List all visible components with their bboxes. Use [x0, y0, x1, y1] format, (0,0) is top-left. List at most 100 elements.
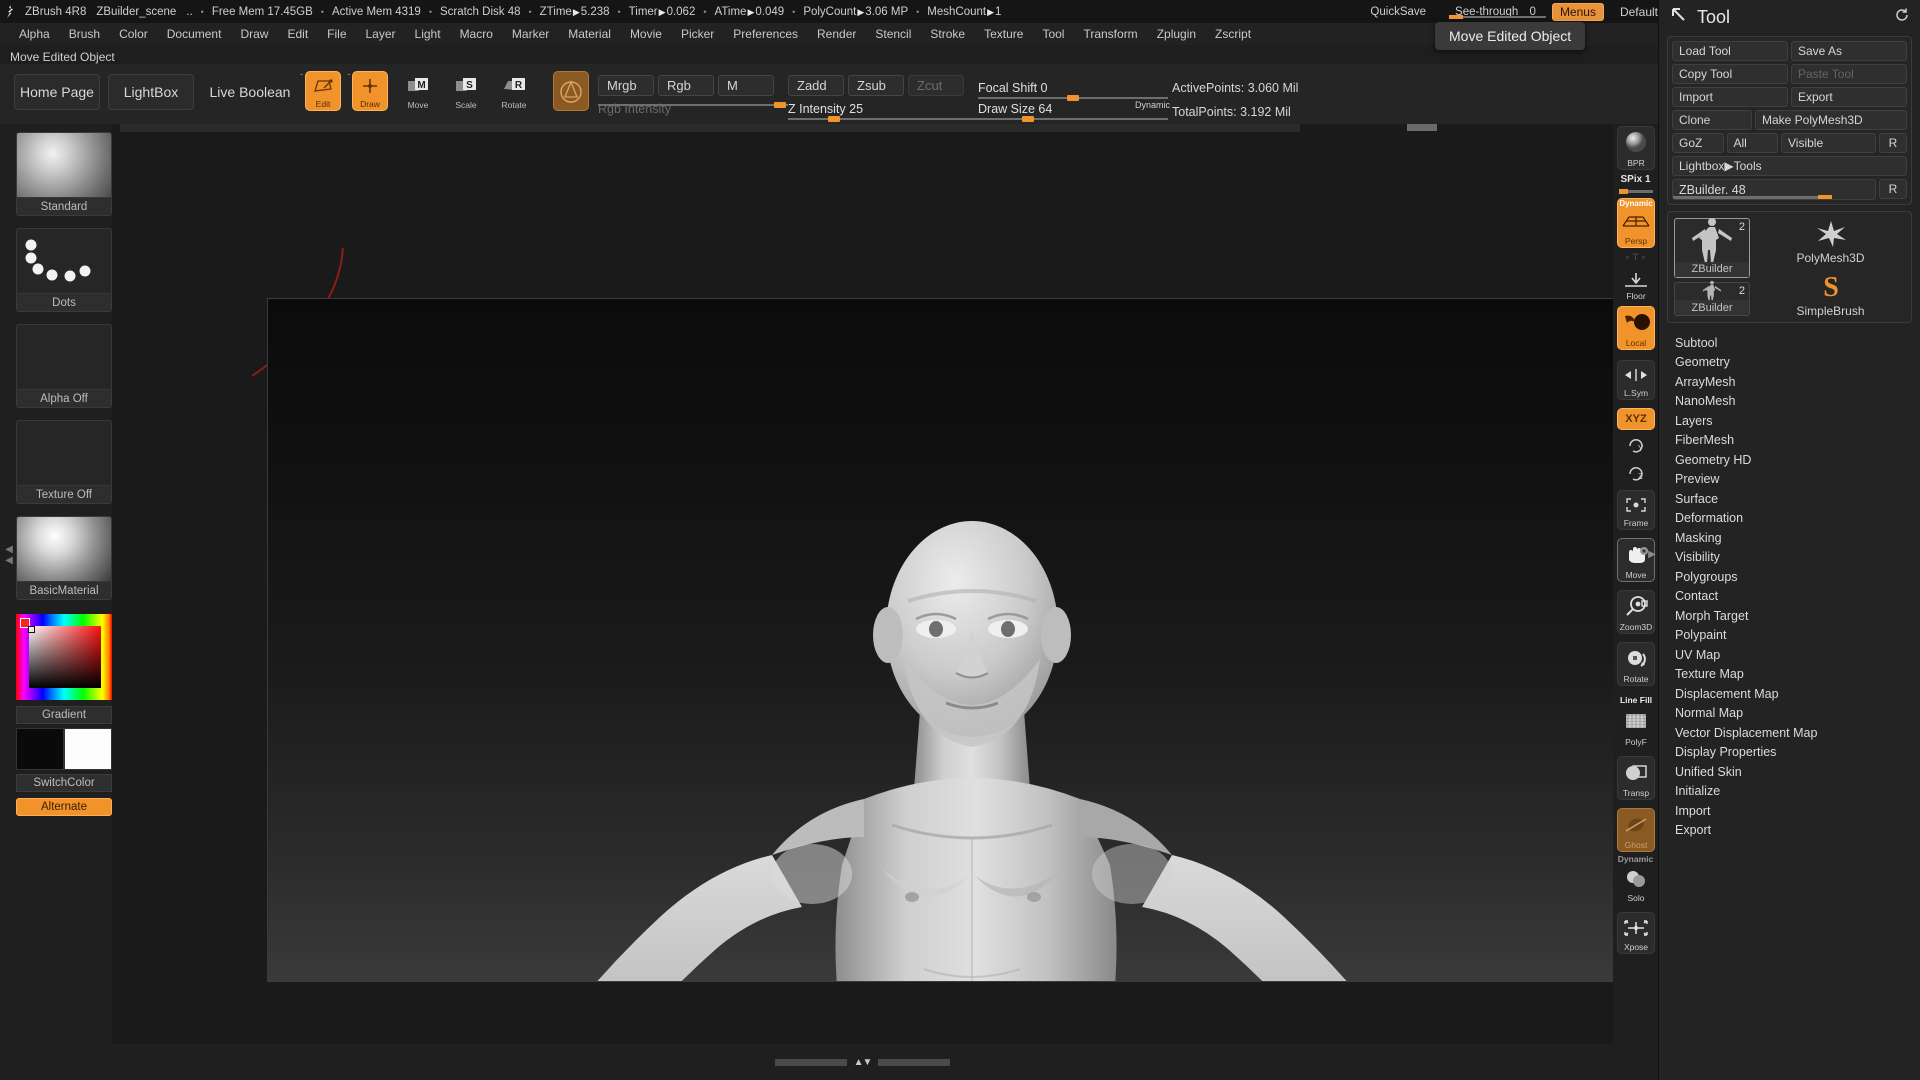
tool-list-item-geometry[interactable]: Geometry [1659, 353, 1920, 373]
document-ruler-handle[interactable] [1407, 124, 1437, 131]
tool-list-item-normal-map[interactable]: Normal Map [1659, 704, 1920, 724]
focal-shift-slider[interactable]: Focal Shift 0 [978, 81, 1168, 101]
menu-item-picker[interactable]: Picker [672, 25, 723, 43]
menu-item-marker[interactable]: Marker [503, 25, 558, 43]
canvas-area[interactable] [112, 124, 1677, 1044]
clone-button[interactable]: Clone [1672, 110, 1752, 130]
scroll-segment-right[interactable] [878, 1058, 951, 1066]
tool-list-item-fibermesh[interactable]: FiberMesh [1659, 431, 1920, 451]
zoom3d-button[interactable]: Zoom3D [1617, 590, 1655, 634]
lightbox-button[interactable]: LightBox [108, 74, 194, 110]
rotate-y-button[interactable]: Y [1617, 434, 1655, 458]
menu-item-edit[interactable]: Edit [278, 25, 317, 43]
rgb-chip[interactable]: Rgb [658, 75, 714, 96]
brush-swatch[interactable]: Standard [16, 132, 112, 216]
color-swatches[interactable] [16, 728, 112, 770]
switch-color-button[interactable]: SwitchColor [16, 774, 112, 792]
lightbox-tools-button[interactable]: Lightbox▶Tools [1672, 156, 1907, 176]
rotate-nav-button[interactable]: Rotate [1617, 642, 1655, 686]
scroll-segment-left[interactable] [774, 1058, 847, 1066]
menu-item-movie[interactable]: Movie [621, 25, 671, 43]
document-canvas[interactable] [267, 298, 1677, 982]
zbuilder-slider[interactable]: ZBuilder. 48 [1672, 179, 1876, 200]
menu-item-color[interactable]: Color [110, 25, 157, 43]
edit-mode-button[interactable]: Edit [305, 71, 341, 111]
tool-list-item-vector-displacement-map[interactable]: Vector Displacement Map [1659, 723, 1920, 743]
menu-item-macro[interactable]: Macro [451, 25, 502, 43]
live-boolean-button[interactable]: Live Boolean [202, 74, 298, 110]
tool-thumb-zbuilder-2[interactable]: 2 ZBuilder [1674, 281, 1750, 316]
menu-item-stencil[interactable]: Stencil [866, 25, 920, 43]
current-material-button[interactable] [553, 71, 589, 111]
tool-list-item-layers[interactable]: Layers [1659, 411, 1920, 431]
right-tray-arrow-icon[interactable]: ▶ [1647, 549, 1657, 560]
persp-button[interactable]: Dynamic Persp [1617, 198, 1655, 248]
menu-item-file[interactable]: File [318, 25, 355, 43]
goz-r-button[interactable]: R [1879, 133, 1907, 153]
quicksave-button[interactable]: QuickSave [1365, 6, 1431, 18]
goz-all-button[interactable]: All [1726, 133, 1778, 153]
copy-tool-button[interactable]: Copy Tool [1672, 64, 1788, 84]
bottom-scroll-bar[interactable]: ▲▼ [112, 1044, 1613, 1080]
secondary-color-swatch[interactable] [64, 728, 112, 770]
texture-swatch[interactable]: Texture Off [16, 420, 112, 504]
home-page-button[interactable]: Home Page [14, 74, 100, 110]
tool-list-item-surface[interactable]: Surface [1659, 489, 1920, 509]
zcut-chip[interactable]: Zcut [908, 75, 964, 96]
polymesh3d-quick-button[interactable]: PolyMesh3D [1796, 220, 1865, 265]
draw-mode-button[interactable]: Draw [352, 71, 388, 111]
tool-list-item-preview[interactable]: Preview [1659, 470, 1920, 490]
menu-item-texture[interactable]: Texture [975, 25, 1032, 43]
menu-item-layer[interactable]: Layer [357, 25, 405, 43]
z-intensity-slider[interactable]: Z Intensity 25 [788, 102, 988, 122]
tool-list-item-uv-map[interactable]: UV Map [1659, 645, 1920, 665]
lsym-button[interactable]: L.Sym [1617, 360, 1655, 400]
color-picker-field[interactable] [29, 626, 101, 688]
bpr-button[interactable]: BPR [1617, 126, 1655, 170]
xyz-button[interactable]: XYZ [1617, 408, 1655, 430]
tool-list-item-import[interactable]: Import [1659, 801, 1920, 821]
canvas-scroll-arrows-icon[interactable]: ▲▼ [848, 1057, 878, 1068]
tool-list-item-arraymesh[interactable]: ArrayMesh [1659, 372, 1920, 392]
left-tray-arrow-icon[interactable]: ◀ ◀ [4, 544, 14, 566]
tool-list-item-deformation[interactable]: Deformation [1659, 509, 1920, 529]
menu-item-zplugin[interactable]: Zplugin [1148, 25, 1205, 43]
paste-tool-button[interactable]: Paste Tool [1791, 64, 1907, 84]
spix-label[interactable]: SPix 1 [1613, 174, 1658, 185]
menu-item-document[interactable]: Document [158, 25, 231, 43]
tool-list-item-visibility[interactable]: Visibility [1659, 548, 1920, 568]
menu-item-draw[interactable]: Draw [231, 25, 277, 43]
main-color-swatch[interactable] [16, 728, 64, 770]
material-swatch[interactable]: BasicMaterial [16, 516, 112, 600]
tool-thumb-zbuilder-1[interactable]: 2 ZBuilder [1674, 218, 1750, 278]
tool-list-item-geometry-hd[interactable]: Geometry HD [1659, 450, 1920, 470]
transp-button[interactable]: Transp [1617, 756, 1655, 800]
export-tool-button[interactable]: Export [1791, 87, 1907, 107]
menu-item-transform[interactable]: Transform [1074, 25, 1146, 43]
menu-item-brush[interactable]: Brush [60, 25, 109, 43]
polyf-button[interactable]: Line Fill PolyF [1617, 694, 1655, 748]
alpha-swatch[interactable]: Alpha Off [16, 324, 112, 408]
simplebrush-quick-button[interactable]: S SimpleBrush [1796, 271, 1864, 318]
draw-size-slider[interactable]: Draw Size 64 [978, 102, 1168, 122]
stroke-swatch[interactable]: Dots [16, 228, 112, 312]
zsub-chip[interactable]: Zsub [848, 75, 904, 96]
tool-list-item-displacement-map[interactable]: Displacement Map [1659, 684, 1920, 704]
import-tool-button[interactable]: Import [1672, 87, 1788, 107]
tool-list-item-morph-target[interactable]: Morph Target [1659, 606, 1920, 626]
m-chip[interactable]: M [718, 75, 774, 96]
see-through-slider[interactable]: See-through 0 [1449, 6, 1546, 19]
tool-list-item-initialize[interactable]: Initialize [1659, 782, 1920, 802]
tool-list-item-unified-skin[interactable]: Unified Skin [1659, 762, 1920, 782]
floor-button[interactable]: Floor [1617, 268, 1655, 302]
zbuilder-r-button[interactable]: R [1879, 179, 1907, 199]
ghost-button[interactable]: Ghost [1617, 808, 1655, 852]
load-tool-button[interactable]: Load Tool [1672, 41, 1788, 61]
move-mode-button[interactable]: M Move [400, 71, 436, 111]
rotate-z-button[interactable]: Z [1617, 462, 1655, 486]
gradient-button[interactable]: Gradient [16, 706, 112, 724]
frame-button[interactable]: Frame [1617, 490, 1655, 530]
menu-item-light[interactable]: Light [406, 25, 450, 43]
menu-item-stroke[interactable]: Stroke [921, 25, 974, 43]
menu-item-render[interactable]: Render [808, 25, 865, 43]
